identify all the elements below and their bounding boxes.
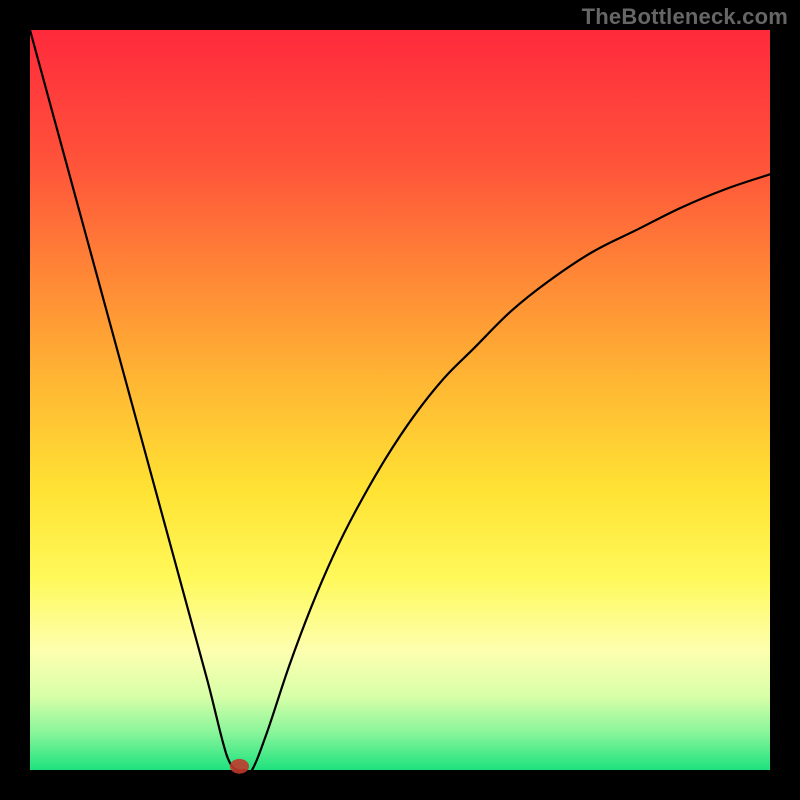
minimum-marker [230, 759, 249, 774]
plot-svg [30, 30, 770, 770]
plot-area [30, 30, 770, 770]
watermark-text: TheBottleneck.com [582, 4, 788, 30]
bottleneck-curve [30, 30, 770, 773]
chart-frame: TheBottleneck.com [0, 0, 800, 800]
